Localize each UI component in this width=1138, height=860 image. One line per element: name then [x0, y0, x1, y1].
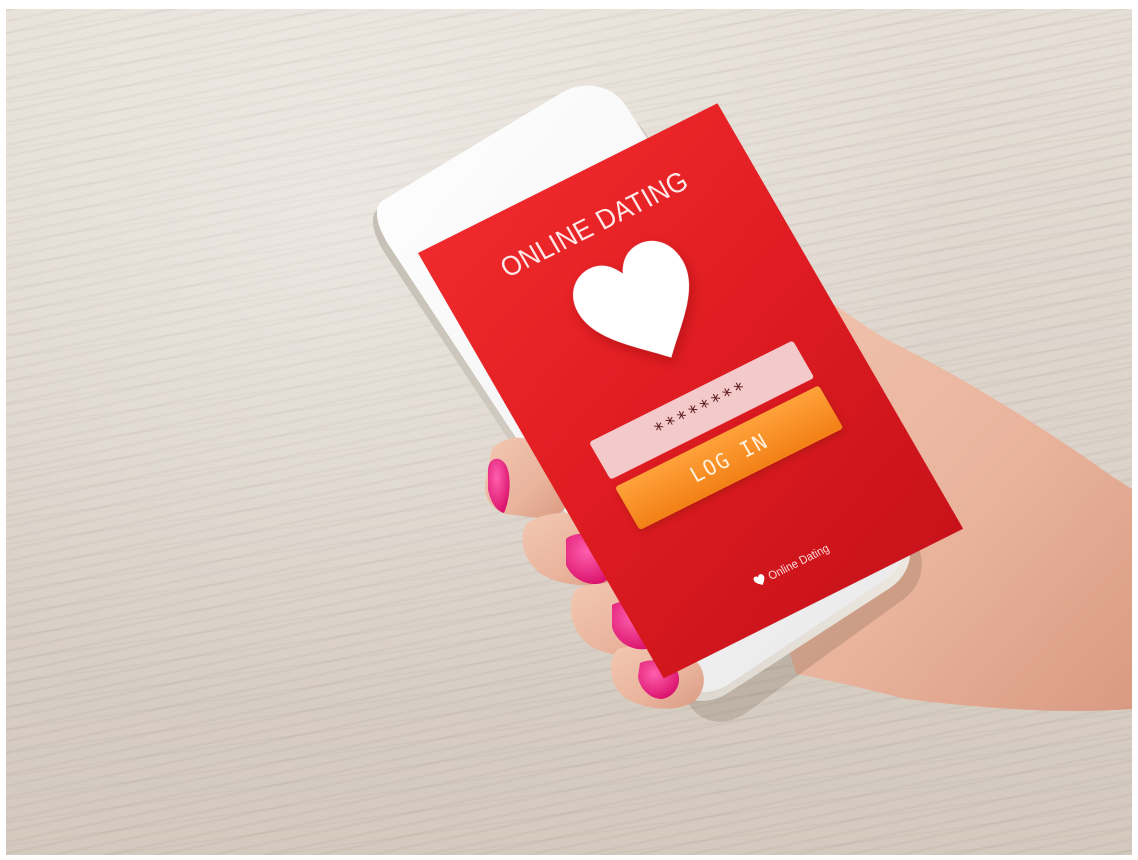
photo: ONLINE DATING ******** LOG IN Online Dat… [6, 9, 1132, 855]
footer-brand-label: Online Dating [766, 542, 832, 583]
heart-icon [751, 573, 768, 589]
nail-1 [488, 458, 510, 513]
